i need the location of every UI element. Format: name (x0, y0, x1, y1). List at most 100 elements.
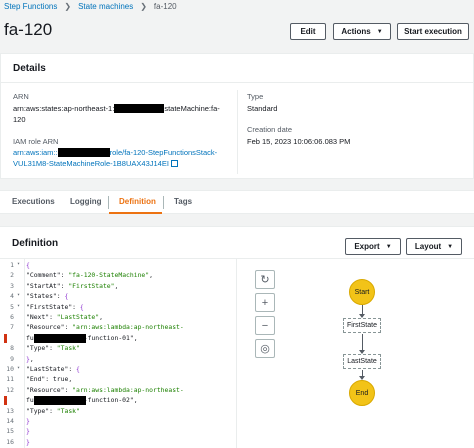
code-text: "LastState": { (26, 365, 80, 373)
error-marker (4, 333, 7, 343)
firststate-node-label: FirstState (347, 322, 377, 329)
page-title: fa-120 (4, 20, 53, 39)
start-execution-button[interactable]: Start execution (397, 23, 469, 40)
fold-icon[interactable]: ▾ (17, 365, 20, 371)
line-number: 15 (6, 427, 14, 436)
line-number: 5 (10, 302, 14, 311)
tab-divider (163, 196, 164, 209)
line-number: 6 (10, 313, 14, 321)
export-button[interactable]: Export ▼ (345, 238, 401, 255)
line-number: 13 (6, 406, 14, 415)
tab-tags[interactable]: Tags (174, 197, 192, 206)
breadcrumb-current: fa-120 (153, 2, 177, 11)
line-number: 4 (10, 292, 14, 301)
definition-heading: Definition (12, 238, 59, 249)
code-text: } (26, 427, 30, 436)
breadcrumb-step-functions[interactable]: Step Functions (4, 2, 57, 11)
arn-value: arn:aws:states:ap-northeast-1: stateMachi… (13, 104, 220, 113)
code-text: "States": { (26, 292, 69, 301)
chevron-right-icon: ❯ (64, 2, 72, 11)
tab-divider (108, 196, 109, 209)
code-text: "Next": "LastState", (26, 313, 103, 321)
editor-gutter (24, 259, 25, 448)
arn-value-line2: 120 (13, 115, 26, 124)
caret-down-icon: ▼ (447, 243, 454, 250)
tab-definition[interactable]: Definition (119, 197, 156, 206)
active-tab-indicator (109, 212, 162, 214)
layout-label: Layout (414, 242, 442, 251)
line-number: 7 (10, 323, 14, 332)
firststate-node[interactable]: FirstState (343, 318, 381, 333)
type-label: Type (247, 92, 264, 101)
edit-button[interactable]: Edit (290, 23, 326, 40)
tab-executions[interactable]: Executions (12, 197, 55, 206)
line-number: 9 (10, 354, 14, 363)
code-text: "FirstState": { (26, 302, 84, 311)
code-text: "End": true, (26, 375, 73, 384)
edit-button-label: Edit (300, 27, 316, 36)
code-text: "Comment": "fa-120-StateMachine", (26, 271, 153, 280)
code-editor[interactable]: 1 ▾{2 "Comment": "fa-120-StateMachine", 3 … (0, 259, 236, 448)
code-text: "Type": "Task" (26, 406, 80, 415)
laststate-node-label: LastState (347, 358, 377, 365)
breadcrumb-state-machines[interactable]: State machines (78, 2, 133, 11)
redacted-block (34, 333, 86, 343)
iam-role-link[interactable]: arn:aws:iam:: role/fa-120-StepFunctionsSt… (13, 148, 217, 157)
type-value: Standard (247, 104, 278, 113)
arn-prefix: arn:aws:states:ap-northeast-1: (13, 104, 115, 113)
line-number: 2 (10, 271, 14, 280)
creation-date-label: Creation date (247, 125, 293, 134)
code-text: { (26, 261, 30, 269)
code-text: }, (26, 354, 34, 363)
code-text: } (26, 437, 30, 446)
column-divider (237, 90, 238, 174)
iam-suffix: role/fa-120-StepFunctionsStack- (109, 148, 218, 157)
laststate-node[interactable]: LastState (343, 354, 381, 369)
line-number: 12 (6, 385, 14, 394)
zoom-in-icon[interactable]: + (255, 293, 275, 312)
error-marker (4, 396, 7, 406)
end-node-label: End (355, 389, 369, 397)
iam-role-link-line2[interactable]: VUL31M8-StateMachineRole-1B8UAX43J14EI (13, 159, 178, 168)
refresh-icon[interactable]: ↻ (255, 270, 275, 289)
zoom-out-icon[interactable]: − (255, 316, 275, 335)
line-number: 14 (6, 417, 14, 425)
line-number: 3 (10, 281, 14, 290)
creation-date-value: Feb 15, 2023 10:06:06.083 PM (247, 137, 351, 146)
caret-down-icon: ▼ (376, 28, 383, 35)
start-node-label: Start (354, 288, 370, 296)
fold-icon[interactable]: ▾ (17, 292, 20, 298)
details-panel: Details ARN arn:aws:states:ap-northeast-… (0, 53, 474, 179)
line-number: 11 (6, 375, 14, 384)
actions-button[interactable]: Actions ▼ (333, 23, 391, 40)
redacted-block (114, 104, 165, 113)
details-heading: Details (13, 63, 46, 74)
divider (1, 82, 473, 83)
fold-icon[interactable]: ▾ (17, 303, 20, 309)
code-text: } (26, 417, 30, 425)
start-node[interactable]: Start (349, 279, 375, 305)
iam-line2: VUL31M8-StateMachineRole-1B8UAX43J14EI (13, 159, 169, 168)
iam-role-label: IAM role ARN (13, 137, 59, 146)
breadcrumb: Step Functions ❯ State machines ❯ fa-120 (4, 2, 177, 11)
iam-prefix: arn:aws:iam:: (13, 148, 58, 157)
line-number: 10 (6, 365, 14, 373)
graph-view[interactable]: ↻ + − ◎ Start FirstState LastState End (236, 259, 474, 448)
center-icon[interactable]: ◎ (255, 339, 275, 358)
code-text: "Resource": "arn:aws:lambda:ap-northeast… (26, 323, 184, 332)
actions-button-label: Actions (341, 27, 371, 36)
arn-label: ARN (13, 92, 29, 101)
export-label: Export (354, 242, 380, 251)
code-text: "Resource": "arn:aws:lambda:ap-northeast… (26, 385, 184, 394)
tab-bar: Executions Logging Definition Tags (0, 190, 474, 214)
redacted-block (34, 396, 86, 406)
arn-suffix: stateMachine:fa- (164, 104, 220, 113)
fold-icon[interactable]: ▾ (17, 261, 20, 267)
caret-down-icon: ▼ (385, 243, 392, 250)
layout-button[interactable]: Layout ▼ (406, 238, 462, 255)
code-text: "Type": "Task" (26, 344, 80, 353)
tab-logging[interactable]: Logging (70, 197, 102, 206)
end-node[interactable]: End (349, 380, 375, 406)
line-number: 8 (10, 344, 14, 353)
line-number: 1 (10, 261, 14, 269)
